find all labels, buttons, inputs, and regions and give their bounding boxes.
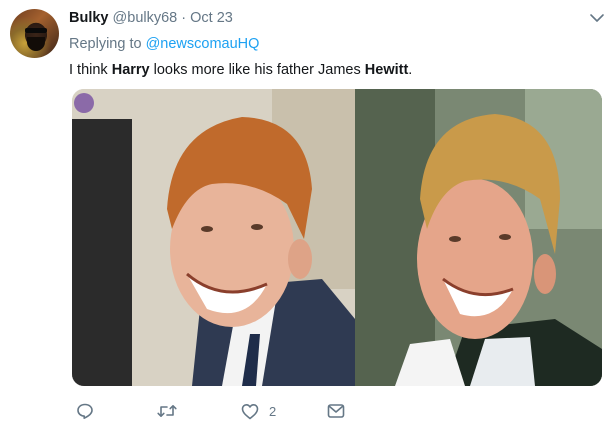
- reply-icon: [77, 403, 93, 419]
- avatar[interactable]: [10, 9, 59, 58]
- tweet-text-part: I think: [69, 62, 112, 78]
- like-count: 2: [269, 403, 277, 419]
- tweet-text: I think Harry looks more like his father…: [69, 62, 412, 78]
- envelope-icon: [327, 404, 345, 418]
- tweet-text-highlight: Hewitt: [364, 62, 409, 78]
- separator-dot: ·: [181, 10, 187, 26]
- tweet-text-highlight: Harry: [111, 62, 150, 78]
- photo-right-illustration: [355, 89, 602, 386]
- mention-link[interactable]: @newscomauHQ: [146, 36, 260, 52]
- tweet-header: Bulky @bulky68 · Oct 23: [69, 10, 233, 26]
- like-button[interactable]: 2: [241, 400, 276, 422]
- message-button[interactable]: [327, 400, 345, 422]
- author-name[interactable]: Bulky: [69, 10, 109, 26]
- reply-button[interactable]: [76, 400, 94, 422]
- avatar-glasses: [25, 28, 47, 33]
- retweet-button[interactable]: [157, 400, 177, 422]
- heart-icon: [241, 403, 259, 419]
- replying-to-line: Replying to @newscomauHQ: [69, 36, 259, 52]
- tweet-media[interactable]: [72, 89, 602, 386]
- photo-left-illustration: [72, 89, 355, 386]
- tweet-text-part: looks more like his father James: [149, 62, 365, 78]
- replying-to-label: Replying to: [69, 36, 142, 52]
- photo-right[interactable]: [355, 89, 602, 386]
- retweet-icon: [157, 405, 177, 417]
- tweet-actions: 2: [0, 400, 615, 424]
- tweet-date[interactable]: Oct 23: [190, 10, 233, 26]
- tweet-text-part: .: [408, 62, 413, 78]
- chevron-down-icon[interactable]: [589, 12, 605, 24]
- photo-left[interactable]: [72, 89, 355, 386]
- author-handle[interactable]: @bulky68: [113, 10, 178, 26]
- tweet-card[interactable]: Bulky @bulky68 · Oct 23 Replying to @new…: [0, 0, 615, 429]
- avatar-beard: [27, 37, 45, 51]
